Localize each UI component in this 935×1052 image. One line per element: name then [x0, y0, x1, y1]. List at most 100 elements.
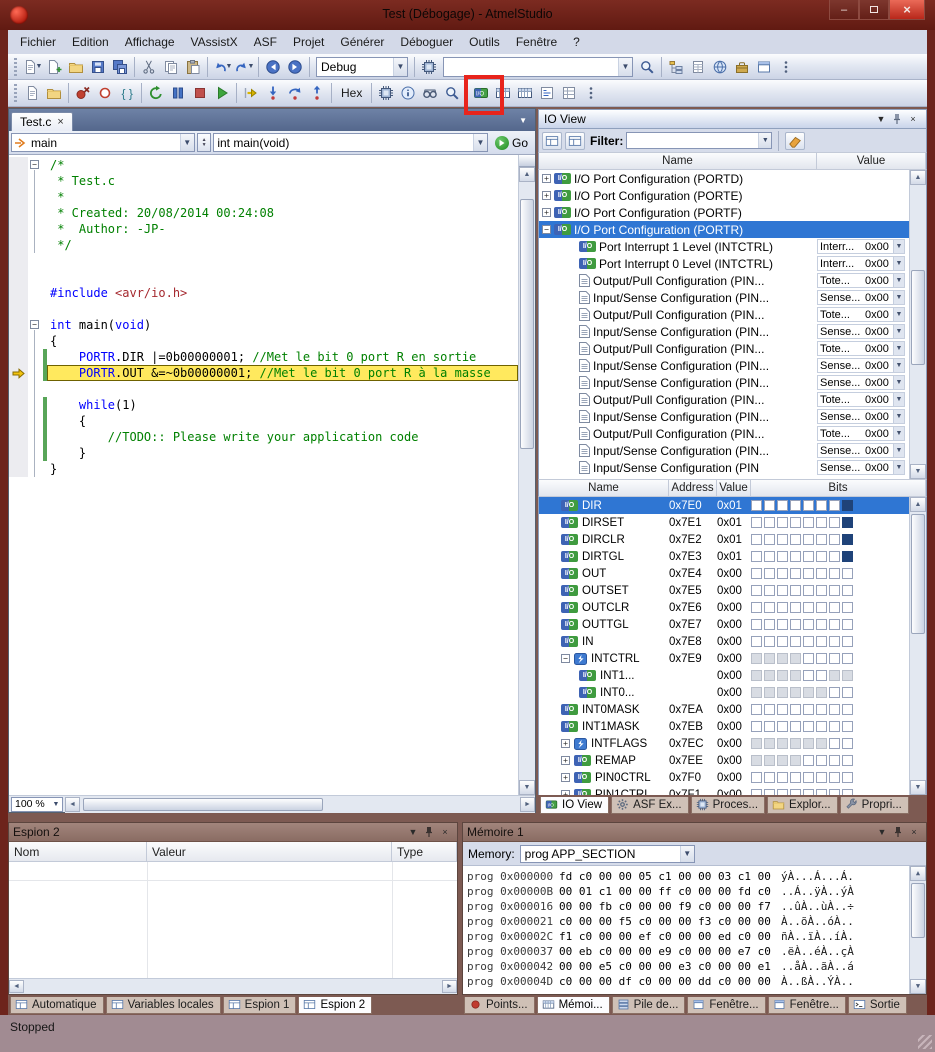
- register-row[interactable]: I/ODIRCLR0x7E20x01: [539, 531, 909, 548]
- bit-checkbox[interactable]: [803, 687, 814, 698]
- quickwatch-icon[interactable]: [441, 82, 463, 104]
- io-tree-row[interactable]: Input/Sense Configuration (PIN...Sense..…: [539, 289, 909, 306]
- io-value-combo[interactable]: Interr...0x00▼: [817, 256, 905, 271]
- bit-checkbox[interactable]: [764, 517, 775, 528]
- dropdown-arrow-icon[interactable]: ▼: [226, 63, 233, 70]
- bit-checkbox[interactable]: [816, 517, 827, 528]
- tab-points-[interactable]: Points...: [464, 997, 535, 1014]
- scrollbar-thumb[interactable]: [83, 798, 323, 811]
- indicator-margin[interactable]: [9, 205, 28, 221]
- bit-checkbox[interactable]: [764, 568, 775, 579]
- indicator-margin[interactable]: [9, 461, 28, 477]
- bit-checkbox[interactable]: [790, 551, 801, 562]
- register-row[interactable]: I/OINT0MASK0x7EA0x00: [539, 701, 909, 718]
- nav-splitter-button[interactable]: ▲▼: [197, 133, 212, 152]
- code-text[interactable]: * Created: 20/08/2014 00:24:08: [47, 205, 518, 221]
- bit-checkbox[interactable]: [816, 602, 827, 613]
- bit-checkbox[interactable]: [751, 534, 762, 545]
- bit-checkbox[interactable]: [803, 755, 814, 766]
- dropdown-arrow-icon[interactable]: ▼: [893, 257, 904, 270]
- restart-debug-icon[interactable]: [145, 82, 167, 104]
- bit-checkbox[interactable]: [816, 738, 827, 749]
- scroll-right-icon[interactable]: ►: [520, 797, 535, 812]
- indicator-margin[interactable]: [9, 317, 28, 333]
- dropdown-arrow-icon[interactable]: ▼: [893, 376, 904, 389]
- bit-checkbox[interactable]: [790, 585, 801, 596]
- fold-margin[interactable]: [28, 173, 43, 189]
- bit-checkbox[interactable]: [842, 789, 853, 795]
- indicator-margin[interactable]: [9, 221, 28, 237]
- bit-checkbox[interactable]: [829, 551, 840, 562]
- column-header-value[interactable]: Value: [717, 480, 751, 496]
- bit-checkbox[interactable]: [842, 500, 853, 511]
- bit-checkbox[interactable]: [829, 602, 840, 613]
- indicator-margin[interactable]: [9, 365, 28, 381]
- tab-fen-tre-[interactable]: Fenêtre...: [768, 997, 846, 1014]
- bit-checkbox[interactable]: [803, 500, 814, 511]
- bit-checkbox[interactable]: [829, 568, 840, 579]
- code-text[interactable]: * Test.c: [47, 173, 518, 189]
- editor-horizontal-scrollbar[interactable]: ◄ ►: [65, 796, 535, 813]
- register-row[interactable]: +INTFLAGS0x7EC0x00: [539, 735, 909, 752]
- io-value-combo[interactable]: Tote...0x00▼: [817, 341, 905, 356]
- register-row[interactable]: −INTCTRL0x7E90x00: [539, 650, 909, 667]
- fold-margin[interactable]: [28, 429, 43, 445]
- delete-all-breakpoints-icon[interactable]: [72, 82, 94, 104]
- bit-checkbox[interactable]: [790, 602, 801, 613]
- code-text[interactable]: {: [47, 413, 518, 429]
- open-file-icon[interactable]: [43, 82, 65, 104]
- bit-checkbox[interactable]: [777, 704, 788, 715]
- tree-expander-icon[interactable]: +: [561, 773, 570, 782]
- bit-checkbox[interactable]: [764, 738, 775, 749]
- bit-checkbox[interactable]: [842, 619, 853, 630]
- code-text[interactable]: PORTR.OUT &=~0b00000001; //Met le bit 0 …: [47, 365, 518, 381]
- scroll-down-icon[interactable]: ▼: [519, 780, 535, 795]
- bit-checkbox[interactable]: [829, 585, 840, 596]
- bit-checkbox[interactable]: [790, 500, 801, 511]
- find-combo[interactable]: ▼: [443, 57, 633, 77]
- dropdown-arrow-icon[interactable]: ▼: [618, 58, 632, 76]
- register-row[interactable]: I/ODIR0x7E00x01: [539, 497, 909, 514]
- dropdown-arrow-icon[interactable]: ▼: [893, 461, 904, 474]
- save-icon[interactable]: [87, 56, 109, 78]
- bit-checkbox[interactable]: [816, 721, 827, 732]
- fold-margin[interactable]: [28, 301, 43, 317]
- bit-checkbox[interactable]: [777, 772, 788, 783]
- hex-toggle-button[interactable]: Hex: [335, 84, 368, 102]
- indicator-margin[interactable]: [9, 189, 28, 205]
- scrollbar-thumb[interactable]: [911, 270, 925, 365]
- bit-checkbox[interactable]: [764, 721, 775, 732]
- bit-checkbox[interactable]: [777, 636, 788, 647]
- bit-checkbox[interactable]: [816, 585, 827, 596]
- memory-scrollbar[interactable]: ▲ ▼: [909, 866, 926, 994]
- bit-checkbox[interactable]: [764, 789, 775, 795]
- tab-propri-[interactable]: Propri...: [840, 797, 909, 814]
- bit-checkbox[interactable]: [790, 704, 801, 715]
- register-row[interactable]: I/OOUT0x7E40x00: [539, 565, 909, 582]
- fold-margin[interactable]: −: [28, 317, 43, 333]
- bit-checkbox[interactable]: [816, 636, 827, 647]
- dropdown-arrow-icon[interactable]: ▼: [758, 133, 771, 148]
- bit-checkbox[interactable]: [764, 619, 775, 630]
- tab-pile-de-[interactable]: Pile de...: [612, 997, 686, 1014]
- bit-checkbox[interactable]: [764, 772, 775, 783]
- indicator-margin[interactable]: [9, 381, 28, 397]
- zoom-combo[interactable]: 100 % ▼: [11, 797, 63, 812]
- open-file-icon[interactable]: [65, 56, 87, 78]
- io-tree-row[interactable]: Output/Pull Configuration (PIN...Tote...…: [539, 306, 909, 323]
- indicator-margin[interactable]: [9, 333, 28, 349]
- bit-checkbox[interactable]: [816, 500, 827, 511]
- bit-checkbox[interactable]: [816, 551, 827, 562]
- bit-checkbox[interactable]: [764, 500, 775, 511]
- dropdown-arrow-icon[interactable]: ▼: [893, 342, 904, 355]
- fold-margin[interactable]: [28, 381, 43, 397]
- fold-margin[interactable]: [28, 333, 43, 349]
- indicator-margin[interactable]: [9, 253, 28, 269]
- dropdown-arrow-icon[interactable]: ▼: [36, 63, 43, 70]
- dropdown-arrow-icon[interactable]: ▼: [50, 801, 62, 808]
- code-text[interactable]: */: [47, 237, 518, 253]
- scroll-left-icon[interactable]: ◄: [65, 797, 80, 812]
- memory-hex-view[interactable]: prog 0x000000fd c0 00 00 05 c1 00 00 03 …: [463, 866, 926, 994]
- title-bar[interactable]: Test (Débogage) - AtmelStudio – ×: [0, 0, 935, 30]
- bit-checkbox[interactable]: [842, 687, 853, 698]
